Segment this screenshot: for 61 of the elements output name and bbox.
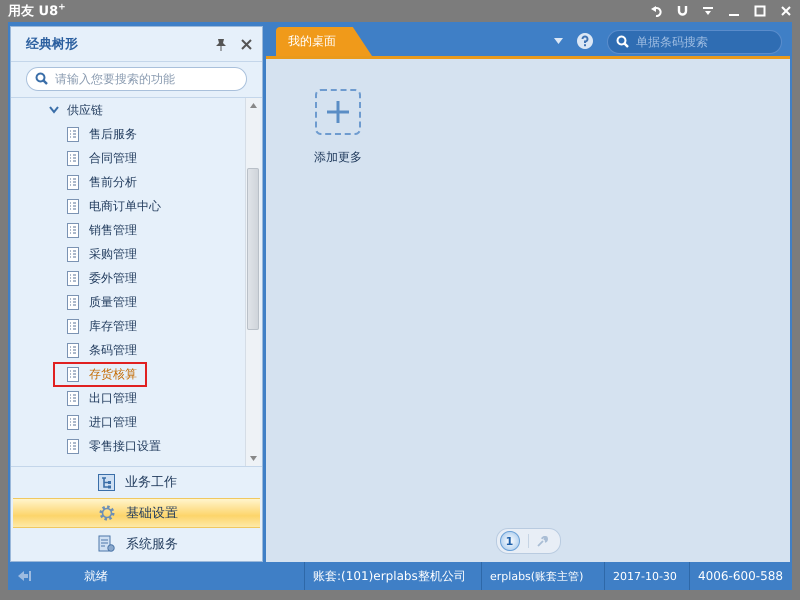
document-icon <box>67 174 79 190</box>
tree-item[interactable]: 质量管理 <box>53 290 147 314</box>
help-icon[interactable] <box>577 33 593 49</box>
curved-arrow-icon[interactable] <box>651 5 663 17</box>
document-icon <box>67 270 79 286</box>
tree-item[interactable]: 销售管理 <box>53 218 147 242</box>
dropdown-caret-icon[interactable] <box>554 38 563 44</box>
tree-item[interactable]: 供应链 <box>67 102 103 118</box>
tree-item[interactable]: 库存管理 <box>53 314 147 338</box>
chevron-icon[interactable] <box>49 106 59 114</box>
document-icon <box>67 318 79 334</box>
tree-structure-icon <box>98 474 115 490</box>
page-button[interactable]: 1 <box>500 531 520 551</box>
tree-item[interactable]: 电商订单中心 <box>53 194 171 218</box>
document-icon <box>67 222 79 238</box>
window-title: 用友 U8$^{+}$ <box>8 2 66 20</box>
document-icon <box>67 126 79 142</box>
status-text: 就绪 <box>83 568 109 584</box>
tree-item[interactable]: 委外管理 <box>53 266 147 290</box>
search-icon <box>35 72 48 85</box>
close-icon[interactable] <box>241 38 252 50</box>
account-text: 账套:(101)erplabs整机公司 <box>312 568 467 584</box>
tree-item[interactable]: 进口管理 <box>53 410 147 434</box>
nav-item[interactable]: 基础设置 <box>13 498 260 528</box>
maximize-icon[interactable] <box>754 5 766 17</box>
tree-item[interactable]: 出口管理 <box>53 386 147 410</box>
search-icon <box>616 35 629 48</box>
tree-item[interactable]: 售后服务 <box>53 122 147 146</box>
pin-icon[interactable] <box>215 38 227 50</box>
settings-icon <box>98 504 116 522</box>
tree-item[interactable]: 售前分析 <box>53 170 147 194</box>
date-text: 2017-10-30 <box>612 570 678 582</box>
search-field[interactable]: 单据条码搜索 <box>607 30 782 54</box>
tree-item[interactable]: 零售接口设置 <box>53 434 171 458</box>
document-icon <box>67 246 79 262</box>
tree-item[interactable]: 合同管理 <box>53 146 147 170</box>
phone-text: 4006-600-588 <box>697 569 784 583</box>
plus-icon <box>327 101 349 123</box>
panel-title: 经典树形 <box>26 36 78 53</box>
document-gear-icon <box>98 535 116 553</box>
scrollbar[interactable] <box>245 98 260 466</box>
search-field[interactable]: 请输入您要搜索的功能 <box>26 67 247 91</box>
scroll-down-arrow-icon[interactable] <box>250 456 256 461</box>
document-icon <box>67 390 79 406</box>
document-icon <box>67 438 79 454</box>
document-icon <box>67 366 79 382</box>
collapse-arrow-icon[interactable] <box>18 570 32 582</box>
nav-item[interactable]: 业务工作 <box>13 468 260 496</box>
tree-item[interactable]: 条码管理 <box>53 338 147 362</box>
document-icon <box>67 198 79 214</box>
add-label: 添加更多 <box>314 149 362 166</box>
add-button[interactable] <box>315 89 361 135</box>
nav-item[interactable]: 系统服务 <box>13 530 260 558</box>
document-icon <box>67 294 79 310</box>
menu-icon[interactable] <box>702 5 714 17</box>
user-text: erplabs(账套主管) <box>489 568 584 584</box>
scroll-up-arrow-icon[interactable] <box>250 103 256 108</box>
tree-item[interactable]: 采购管理 <box>53 242 147 266</box>
document-icon <box>67 414 79 430</box>
document-icon <box>67 342 79 358</box>
document-icon <box>67 150 79 166</box>
